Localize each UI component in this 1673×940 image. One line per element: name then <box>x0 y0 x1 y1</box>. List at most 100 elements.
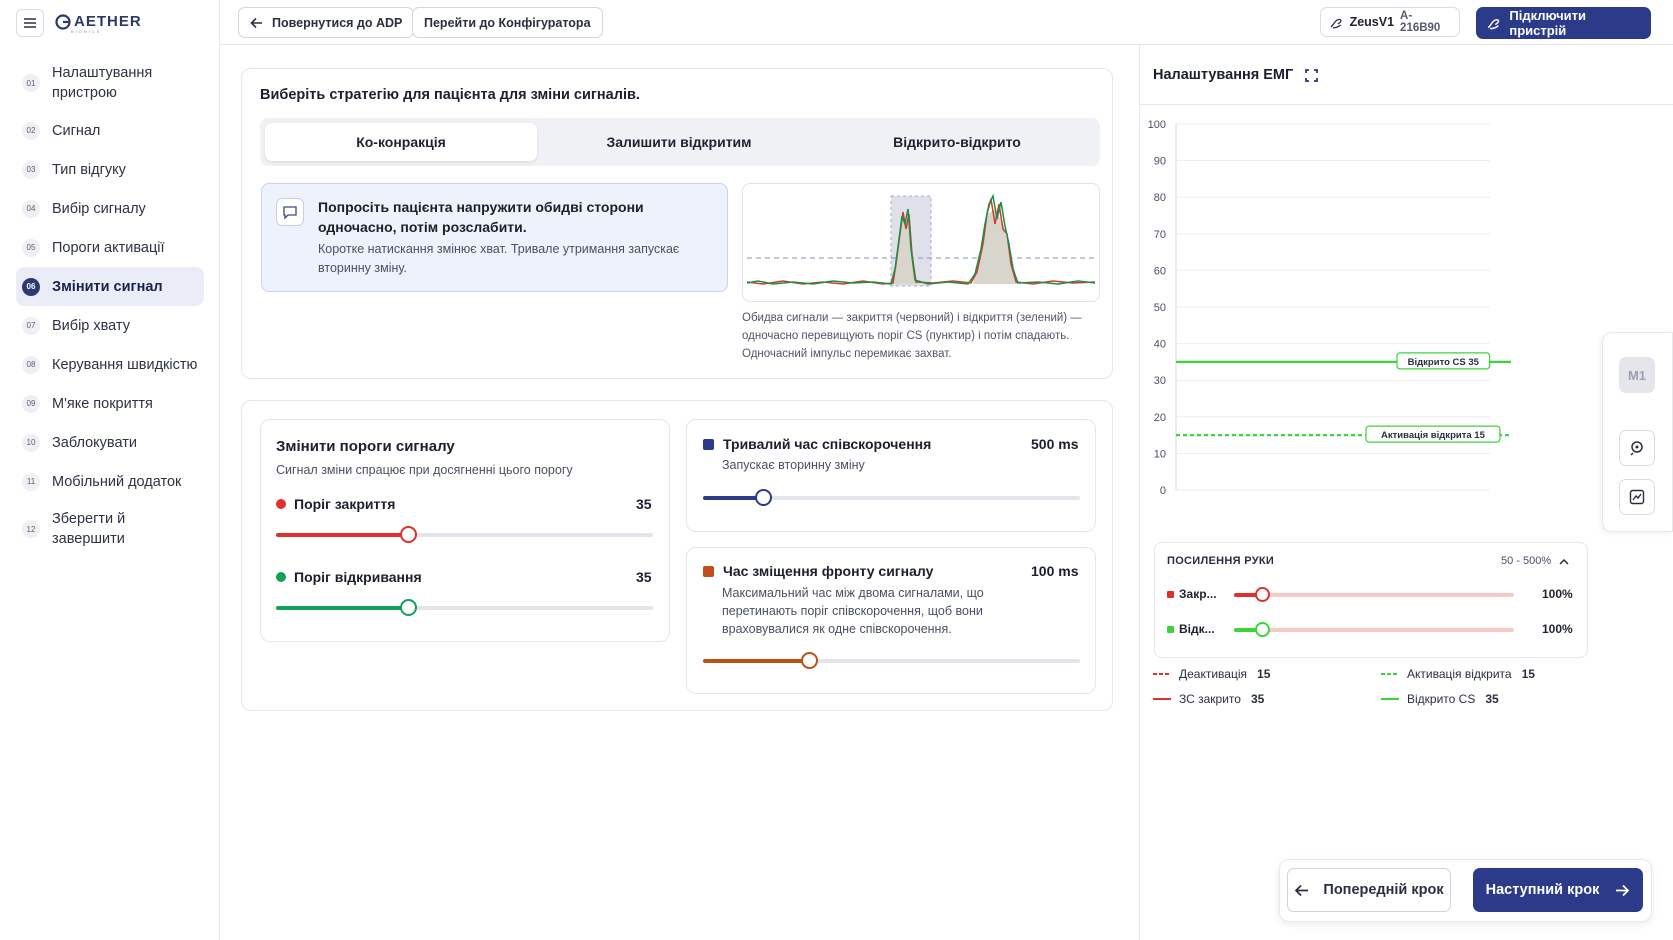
next-step-label: Наступний крок <box>1485 882 1600 898</box>
sidebar-item-label: М'яке покриття <box>52 395 153 412</box>
chat-icon <box>276 198 304 226</box>
legend-deactivation-label: Деактивація <box>1179 667 1248 681</box>
cocontraction-fill <box>703 496 764 500</box>
device-name: ZeusV1 <box>1349 15 1395 29</box>
sidebar-item-number: 11 <box>22 472 40 491</box>
sidebar-item-06[interactable]: 06 Змінити сигнал <box>16 267 204 306</box>
menu-button[interactable] <box>16 9 44 37</box>
signal-preview-chart <box>742 183 1100 302</box>
fullscreen-icon[interactable] <box>1305 68 1319 82</box>
thresholds-subtitle: Сигнал зміни спрацює при досягненні цьог… <box>276 463 573 477</box>
sidebar-nav: 01 Налаштування пристрою 02 Сигнал 03 Тип від… <box>16 55 204 557</box>
close-threshold-thumb[interactable] <box>399 526 417 543</box>
arrow-left-icon <box>1295 884 1309 896</box>
chart-view-button[interactable] <box>1619 479 1655 515</box>
gain-open-slider[interactable] <box>1234 622 1514 637</box>
close-threshold-label: Поріг закриття <box>294 496 396 512</box>
legend-open-cs-value: 35 <box>1485 692 1499 706</box>
cocontraction-title: Тривалий час співскорочення <box>723 436 932 452</box>
frontshift-thumb[interactable] <box>800 652 818 669</box>
gain-close-swatch <box>1167 590 1174 598</box>
legend-cs-closed: ЗС закрито 35 <box>1153 692 1264 706</box>
cocontraction-subtitle: Запускає вторинну зміну <box>722 458 865 472</box>
legend-dash-green <box>1381 673 1399 675</box>
device-id: A-216B90 <box>1400 10 1441 34</box>
sidebar-item-04[interactable]: 04 Вибір сигналу <box>16 189 204 228</box>
y-tick-label: 90 <box>1154 156 1166 168</box>
legend-dash-red <box>1153 673 1171 675</box>
thresholds-title: Змінити пороги сигналу <box>276 438 455 455</box>
sidebar-item-01[interactable]: 01 Налаштування пристрою <box>16 55 204 111</box>
sidebar-item-label: Заблокувати <box>52 434 137 451</box>
sidebar-item-label: Змінити сигнал <box>52 278 163 295</box>
close-dot <box>276 499 286 509</box>
sidebar-item-label: Керування швидкістю <box>52 356 198 373</box>
y-tick-label: 80 <box>1154 192 1166 204</box>
strategy-tabs: Ко-конракція Залишити відкритим Відкрито… <box>260 118 1100 166</box>
sidebar-item-number: 07 <box>22 316 40 335</box>
strategy-title: Виберіть стратегію для пацієнта для змін… <box>260 87 640 103</box>
sidebar-item-05[interactable]: 05 Пороги активації <box>16 228 204 267</box>
sidebar-item-08[interactable]: 08 Керування швидкістю <box>16 345 204 384</box>
legend-deactivation: Деактивація 15 <box>1153 667 1270 681</box>
tab-open-open[interactable]: Відкрито-відкрито <box>821 123 1093 161</box>
open-threshold-label: Поріг відкривання <box>294 569 422 585</box>
sidebar-item-09[interactable]: 09 М'яке покриття <box>16 384 204 423</box>
tab-cocontraction[interactable]: Ко-конракція <box>265 123 537 161</box>
logo-text: AETHER <box>74 13 142 30</box>
sidebar-item-label: Вибір хвату <box>52 317 130 334</box>
sidebar-item-number: 09 <box>22 394 40 413</box>
gain-open-thumb[interactable] <box>1255 622 1270 637</box>
gain-close-slider[interactable] <box>1234 587 1514 602</box>
emg-title: Налаштування ЕМГ <box>1153 67 1294 83</box>
sidebar-item-02[interactable]: 02 Сигнал <box>16 111 204 150</box>
arrow-right-icon <box>1616 884 1630 896</box>
next-step-button[interactable]: Наступний крок <box>1473 868 1643 912</box>
gain-close-thumb[interactable] <box>1255 587 1270 602</box>
legend-cs-closed-value: 35 <box>1250 692 1265 706</box>
open-threshold-thumb[interactable] <box>399 599 417 616</box>
gain-open-label-row: Відк... <box>1167 622 1215 636</box>
close-threshold-value: 35 <box>636 496 652 512</box>
cocontraction-value: 500 ms <box>1031 436 1079 452</box>
sidebar-item-number: 10 <box>22 433 40 452</box>
gain-range-text: 50 - 500% <box>1501 555 1552 567</box>
sidebar-item-number: 03 <box>22 160 40 179</box>
to-configurator-button[interactable]: Перейти до Конфігуратора <box>412 7 603 38</box>
cocontraction-slider[interactable] <box>703 489 1080 506</box>
y-tick-label: 10 <box>1154 448 1166 460</box>
close-threshold-slider[interactable] <box>276 526 653 543</box>
hand-icon <box>1330 18 1342 28</box>
y-tick-label: 70 <box>1154 229 1166 241</box>
sidebar-item-number: 06 <box>22 277 40 296</box>
emg-title-row: Налаштування ЕМГ <box>1153 67 1319 83</box>
calibrate-button[interactable] <box>1619 430 1655 466</box>
frontshift-header: Час зміщення фронту сигналу <box>703 563 933 579</box>
gain-close-value: 100% <box>1542 587 1573 601</box>
sidebar-item-11[interactable]: 11 Мобільний додаток <box>16 462 204 501</box>
logo: AETHER BIONICS <box>55 13 142 34</box>
close-threshold-header: Поріг закриття <box>276 496 395 512</box>
sidebar-item-label: Налаштування пристрою <box>52 65 153 101</box>
sidebar-item-10[interactable]: 10 Заблокувати <box>16 423 204 462</box>
y-tick-label: 0 <box>1160 485 1166 497</box>
previous-step-button[interactable]: Попередній крок <box>1287 868 1451 912</box>
m1-button[interactable]: M1 <box>1619 357 1655 393</box>
sidebar-item-12[interactable]: 12 Зберегти й завершити <box>16 501 204 557</box>
sidebar-item-07[interactable]: 07 Вибір хвату <box>16 306 204 345</box>
tab-keep-open[interactable]: Залишити відкритим <box>543 123 815 161</box>
open-threshold-fill <box>276 606 408 610</box>
hand-icon <box>1487 19 1500 30</box>
open-threshold-slider[interactable] <box>276 599 653 616</box>
y-tick-label: 50 <box>1154 302 1166 314</box>
sidebar-item-03[interactable]: 03 Тип відгуку <box>16 150 204 189</box>
connect-device-button[interactable]: Підключити пристрій <box>1476 7 1651 39</box>
open-dot <box>276 572 286 582</box>
gain-range[interactable]: 50 - 500% <box>1501 555 1569 567</box>
gain-open-swatch <box>1167 625 1174 633</box>
frontshift-slider[interactable] <box>703 652 1080 669</box>
previous-step-label: Попередній крок <box>1323 882 1444 898</box>
device-chip[interactable]: ZeusV1 A-216B90 <box>1320 7 1460 37</box>
sidebar-item-label: Тип відгуку <box>52 161 126 178</box>
back-to-adp-button[interactable]: Повернутися до ADP <box>238 7 415 38</box>
